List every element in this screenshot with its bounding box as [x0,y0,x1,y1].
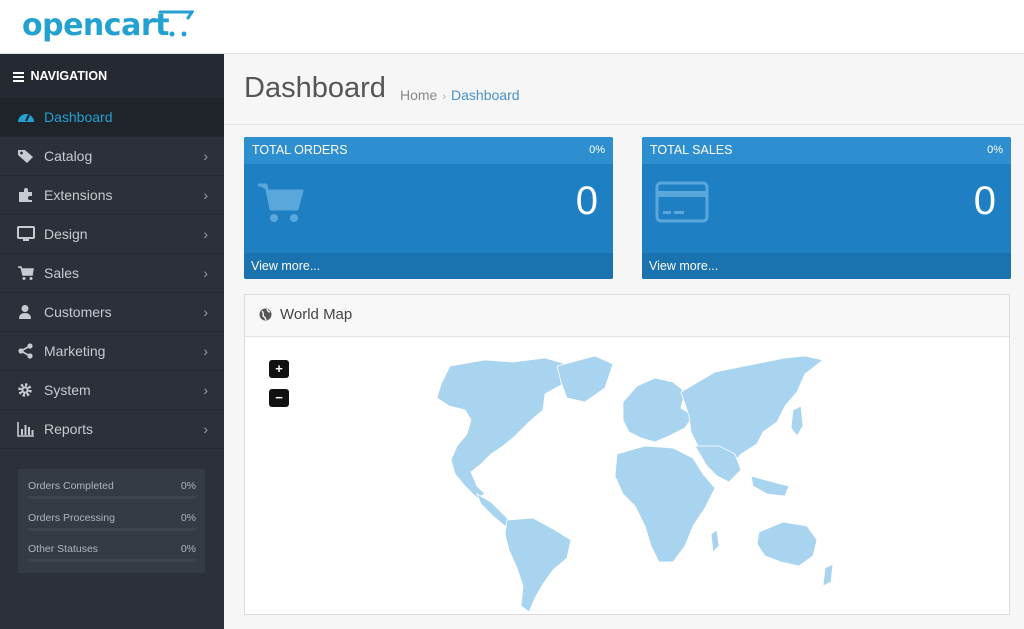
stat-value: 0% [180,480,196,492]
stat-orders-processing: Orders Processing 0% [28,512,196,531]
navigation-heading[interactable]: NAVIGATION [0,54,224,98]
view-more-link[interactable]: View more... [244,253,613,279]
top-header-bar [224,0,1024,54]
stat-label: Orders Completed [28,480,114,492]
dashboard-icon [18,114,34,122]
menu-bars-icon [13,71,24,82]
cart-icon [258,183,304,222]
tile-value: 0 [575,179,598,223]
stat-value: 0% [180,512,196,524]
stat-orders-completed: Orders Completed 0% [28,480,196,499]
map-region-southeast-asia [750,475,790,497]
sidebar-item-label: Extensions [44,187,113,203]
map-region-north-america [436,357,574,499]
panel-title: World Map [280,306,353,323]
stat-value: 0% [180,543,196,555]
sidebar-item-marketing[interactable]: Marketing › [0,332,224,371]
tile-heading: TOTAL SALES 0% [642,137,1011,164]
sidebar-item-catalog[interactable]: Catalog › [0,137,224,176]
breadcrumb-home[interactable]: Home [400,87,437,103]
progress-bar [28,496,196,499]
sidebar-item-sales[interactable]: Sales › [0,254,224,293]
map-region-new-zealand [822,563,834,587]
tile-value: 0 [973,179,996,223]
sidebar-item-label: Dashboard [44,109,113,125]
chevron-right-icon: › [203,304,208,320]
world-map[interactable] [245,336,1009,615]
tile-percent: 0% [987,144,1003,156]
panel-heading: World Map [245,295,1009,337]
chevron-right-icon: › [203,148,208,164]
sidebar-item-customers[interactable]: Customers › [0,293,224,332]
sidebar: NAVIGATION Dashboard Catalog › Extension… [0,54,224,629]
map-region-japan [790,405,804,437]
sidebar-item-label: Reports [44,421,94,437]
progress-bar [28,528,196,531]
chevron-right-icon: › [203,343,208,359]
logo-cart-icon [158,10,194,37]
breadcrumb-current[interactable]: Dashboard [451,87,520,103]
stat-label: Orders Processing [28,512,115,524]
cart-icon [18,266,34,280]
world-map-panel: World Map + − [244,294,1010,615]
view-more-link[interactable]: View more... [642,253,1011,279]
gear-icon [18,383,32,397]
globe-icon [259,308,272,321]
stat-other-statuses: Other Statuses 0% [28,543,196,562]
tile-heading: TOTAL ORDERS 0% [244,137,613,164]
map-region-south-america [504,517,572,613]
sidebar-item-extensions[interactable]: Extensions › [0,176,224,215]
sidebar-item-design[interactable]: Design › [0,215,224,254]
tile-percent: 0% [589,144,605,156]
breadcrumb-separator: › [442,91,447,103]
bar-chart-icon [17,422,34,437]
credit-card-icon [655,181,709,223]
sidebar-item-label: Sales [44,265,80,281]
sidebar-item-label: Marketing [44,343,106,359]
sidebar-item-dashboard[interactable]: Dashboard [0,98,224,137]
sidebar-item-reports[interactable]: Reports › [0,410,224,449]
sidebar-item-label: Catalog [44,148,93,164]
chevron-right-icon: › [203,187,208,203]
map-region-madagascar [710,529,720,553]
sidebar-item-label: System [44,382,91,398]
user-icon [19,305,31,319]
map-region-australia [756,521,818,567]
progress-bar [28,559,196,562]
map-region-europe [622,377,694,443]
navigation-heading-label: NAVIGATION [30,69,108,83]
tile-total-sales: TOTAL SALES 0% 0 View more... [642,137,1011,279]
tile-title: TOTAL ORDERS [252,143,348,157]
sidebar-item-label: Design [44,226,88,242]
monitor-icon [17,226,35,241]
chevron-right-icon: › [203,421,208,437]
logo-area: opencart [0,0,224,54]
tile-total-orders: TOTAL ORDERS 0% 0 View more... [244,137,613,279]
header-divider [224,124,1024,125]
tile-title: TOTAL SALES [650,143,733,157]
share-icon [18,343,33,359]
sidebar-item-system[interactable]: System › [0,371,224,410]
chevron-right-icon: › [203,382,208,398]
sidebar-item-label: Customers [44,304,112,320]
stat-label: Other Statuses [28,543,99,555]
chevron-right-icon: › [203,226,208,242]
tag-icon [18,150,33,163]
map-region-africa [614,445,716,563]
map-region-central-america [476,493,512,527]
puzzle-icon [19,188,32,202]
map-region-greenland [556,355,614,403]
page-title: Dashboard [244,72,386,104]
order-status-summary: Orders Completed 0% Orders Processing 0%… [18,469,205,573]
chevron-right-icon: › [203,265,208,281]
opencart-logo[interactable]: opencart [22,8,169,43]
breadcrumb: Home › Dashboard [400,87,520,103]
